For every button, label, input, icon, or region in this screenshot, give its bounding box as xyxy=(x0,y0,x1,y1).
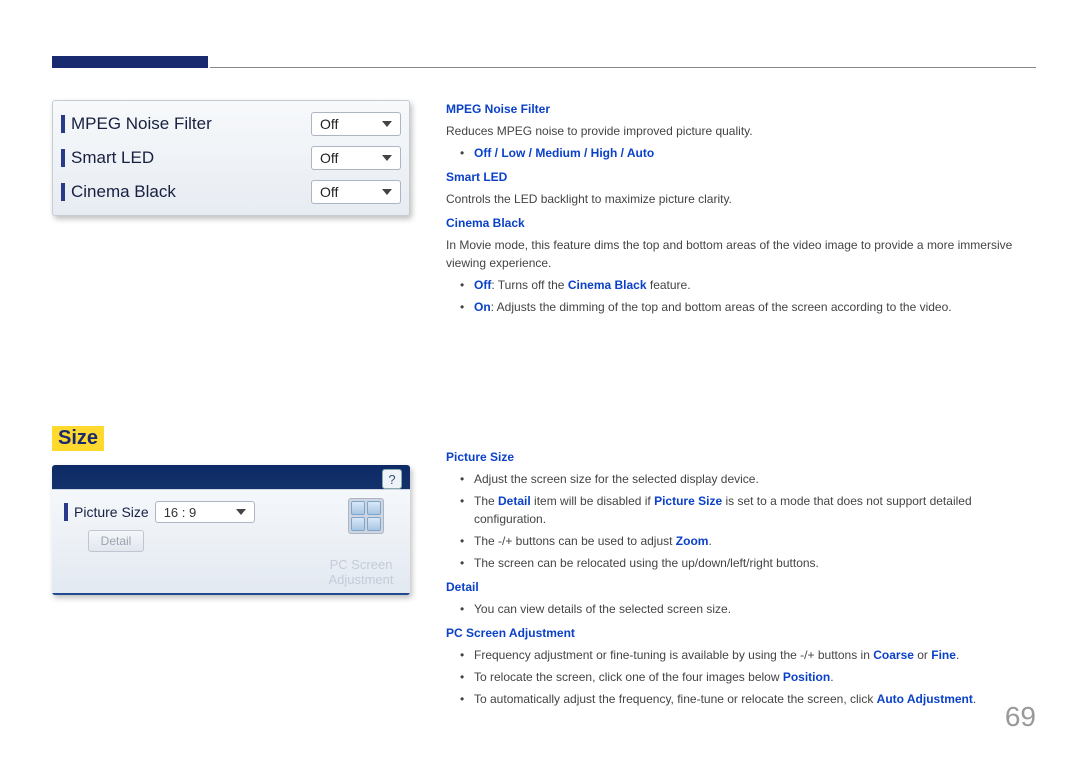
ps-bullet-4: The screen can be relocated using the up… xyxy=(460,554,1036,572)
ps-bullet-1: Adjust the screen size for the selected … xyxy=(460,470,1036,488)
size-menu-inner: Picture Size 16 : 9 Detail PC Screen Adj… xyxy=(52,489,410,593)
page-content: MPEG Noise Filter Off Smart LED Off Cine… xyxy=(52,100,1036,712)
size-menu: ? Picture Size 16 : 9 Detail PC Screen A… xyxy=(52,465,410,595)
picture-size-heading: Picture Size xyxy=(446,448,1036,466)
pcsa-bullet-1: Frequency adjustment or fine-tuning is a… xyxy=(460,646,1036,664)
pcsa-line1: PC Screen xyxy=(330,557,393,572)
detail-bullet-1: You can view details of the selected scr… xyxy=(460,600,1036,618)
mpeg-label: MPEG Noise Filter xyxy=(71,114,305,134)
mpeg-options: Off / Low / Medium / High / Auto xyxy=(460,144,1036,162)
txt: item will be disabled if xyxy=(531,494,654,508)
kw-on: On xyxy=(474,300,491,314)
spacer xyxy=(446,320,1036,442)
detail-button[interactable]: Detail xyxy=(88,530,144,552)
cinema-label: Cinema Black xyxy=(71,182,305,202)
smartled-heading: Smart LED xyxy=(446,168,1036,186)
size-heading: Size xyxy=(52,426,104,451)
pcsa-bullet-2: To relocate the screen, click one of the… xyxy=(460,668,1036,686)
row-marker-icon xyxy=(61,183,65,201)
cinema-value: Off xyxy=(320,184,338,200)
row-marker-icon xyxy=(61,149,65,167)
ps-bullet-2: The Detail item will be disabled if Pict… xyxy=(460,492,1036,528)
help-icon[interactable]: ? xyxy=(382,469,402,489)
left-column: MPEG Noise Filter Off Smart LED Off Cine… xyxy=(52,100,410,712)
kw-coarse: Coarse xyxy=(873,648,914,662)
kw-off: Off xyxy=(474,278,491,292)
mpeg-heading: MPEG Noise Filter xyxy=(446,100,1036,118)
smartled-dropdown[interactable]: Off xyxy=(311,146,401,170)
pcsa-bullet-3: To automatically adjust the frequency, f… xyxy=(460,690,1036,708)
pcsa-heading: PC Screen Adjustment xyxy=(446,624,1036,642)
txt: The -/+ buttons can be used to adjust xyxy=(474,534,676,548)
detail-heading: Detail xyxy=(446,578,1036,596)
kw-position: Position xyxy=(783,670,830,684)
txt: To relocate the screen, click one of the… xyxy=(474,670,783,684)
smartled-value: Off xyxy=(320,150,338,166)
picture-size-value: 16 : 9 xyxy=(164,505,197,520)
row-marker-icon xyxy=(61,115,65,133)
kw-cinema-black: Cinema Black xyxy=(568,278,647,292)
txt: Frequency adjustment or fine-tuning is a… xyxy=(474,648,873,662)
menu-row-cinema: Cinema Black Off xyxy=(61,175,401,209)
cinema-dropdown[interactable]: Off xyxy=(311,180,401,204)
mpeg-options-value: Off / Low / Medium / High / Auto xyxy=(474,146,654,160)
cinema-on-bullet: On: Adjusts the dimming of the top and b… xyxy=(460,298,1036,316)
cinema-off-bullet: Off: Turns off the Cinema Black feature. xyxy=(460,276,1036,294)
txt: . xyxy=(973,692,976,706)
page-number: 69 xyxy=(1005,701,1036,733)
menu-row-mpeg: MPEG Noise Filter Off xyxy=(61,107,401,141)
row-marker-icon xyxy=(64,503,68,521)
pcsa-line2: Adjustment xyxy=(328,572,393,587)
txt: . xyxy=(956,648,959,662)
txt: To automatically adjust the frequency, f… xyxy=(474,692,877,706)
txt: feature. xyxy=(647,278,691,292)
ps-bullet-3: The -/+ buttons can be used to adjust Zo… xyxy=(460,532,1036,550)
header-rule xyxy=(210,67,1036,68)
chevron-down-icon xyxy=(236,509,246,515)
smartled-desc: Controls the LED backlight to maximize p… xyxy=(446,190,1036,208)
kw-fine: Fine xyxy=(931,648,956,662)
mpeg-desc: Reduces MPEG noise to provide improved p… xyxy=(446,122,1036,140)
picture-size-dropdown[interactable]: 16 : 9 xyxy=(155,501,255,523)
chevron-down-icon xyxy=(382,189,392,195)
cinema-desc: In Movie mode, this feature dims the top… xyxy=(446,236,1036,272)
menu-row-smartled: Smart LED Off xyxy=(61,141,401,175)
txt: or xyxy=(914,648,931,662)
header-accent xyxy=(52,56,208,68)
kw-picture-size: Picture Size xyxy=(654,494,722,508)
screen-position-grid-icon[interactable] xyxy=(348,498,384,534)
cinema-heading: Cinema Black xyxy=(446,214,1036,232)
smartled-label: Smart LED xyxy=(71,148,305,168)
txt: The xyxy=(474,494,498,508)
txt: . xyxy=(708,534,711,548)
chevron-down-icon xyxy=(382,155,392,161)
kw-zoom: Zoom xyxy=(676,534,709,548)
kw-detail: Detail xyxy=(498,494,531,508)
txt: : Turns off the xyxy=(491,278,568,292)
advanced-picture-menu: MPEG Noise Filter Off Smart LED Off Cine… xyxy=(52,100,410,216)
picture-size-label: Picture Size xyxy=(74,504,149,520)
txt: . xyxy=(830,670,833,684)
mpeg-dropdown[interactable]: Off xyxy=(311,112,401,136)
mpeg-value: Off xyxy=(320,116,338,132)
pc-screen-adjustment-label: PC Screen Adjustment xyxy=(324,558,398,587)
txt: : Adjusts the dimming of the top and bot… xyxy=(491,300,952,314)
chevron-down-icon xyxy=(382,121,392,127)
right-column: MPEG Noise Filter Reduces MPEG noise to … xyxy=(446,100,1036,712)
kw-auto-adjustment: Auto Adjustment xyxy=(877,692,973,706)
